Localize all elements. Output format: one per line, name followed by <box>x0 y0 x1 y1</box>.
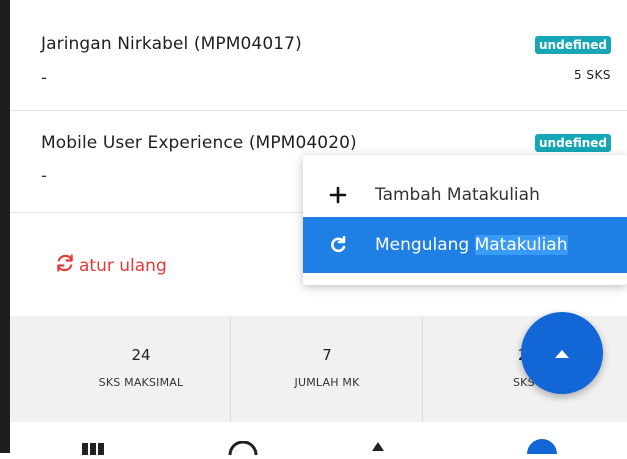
grid-icon[interactable] <box>80 440 106 459</box>
status-badge: undefined <box>535 36 611 54</box>
stat-course-count: 7 JUMLAH MK <box>230 316 423 422</box>
stat-label: JUMLAH MK <box>294 376 360 389</box>
sort-icon[interactable] <box>370 440 386 459</box>
menu-item-add-course[interactable]: Tambah Matakuliah <box>303 167 627 223</box>
stat-value: 24 <box>131 346 151 364</box>
account-icon[interactable] <box>525 438 559 458</box>
menu-label-part: Mengulang <box>375 235 470 255</box>
reset-button[interactable]: atur ulang <box>55 253 167 278</box>
plus-icon <box>328 185 348 205</box>
stat-label: SKS <box>513 376 535 389</box>
course-title: Mobile User Experience (MPM04020) <box>41 133 357 153</box>
course-sks: 5 SKS <box>573 68 611 82</box>
selected-text: Matakuliah <box>474 235 568 255</box>
sync-icon <box>55 253 75 278</box>
course-card[interactable]: Jaringan Nirkabel (MPM04017) undefined -… <box>10 0 627 111</box>
context-menu: Tambah Matakuliah Mengulang Matakuliah <box>303 155 627 285</box>
course-subtitle: - <box>41 166 48 186</box>
menu-item-label: Mengulang Matakuliah <box>375 235 568 255</box>
profile-icon[interactable] <box>228 440 258 459</box>
status-badge: undefined <box>535 134 611 152</box>
stat-value: 7 <box>322 346 332 364</box>
caret-up-icon <box>554 344 570 363</box>
fab-toggle-button[interactable] <box>521 312 603 394</box>
menu-item-repeat-course[interactable]: Mengulang Matakuliah <box>303 217 627 273</box>
redo-icon <box>328 235 348 255</box>
menu-item-label: Tambah Matakuliah <box>375 185 540 205</box>
stat-label: SKS MAKSIMAL <box>98 376 184 389</box>
course-title: Jaringan Nirkabel (MPM04017) <box>41 34 302 54</box>
left-border <box>0 0 10 453</box>
bottom-nav <box>10 422 627 456</box>
stat-max-sks: 24 SKS MAKSIMAL <box>52 316 230 422</box>
reset-label: atur ulang <box>79 255 167 276</box>
course-subtitle: - <box>41 68 48 88</box>
